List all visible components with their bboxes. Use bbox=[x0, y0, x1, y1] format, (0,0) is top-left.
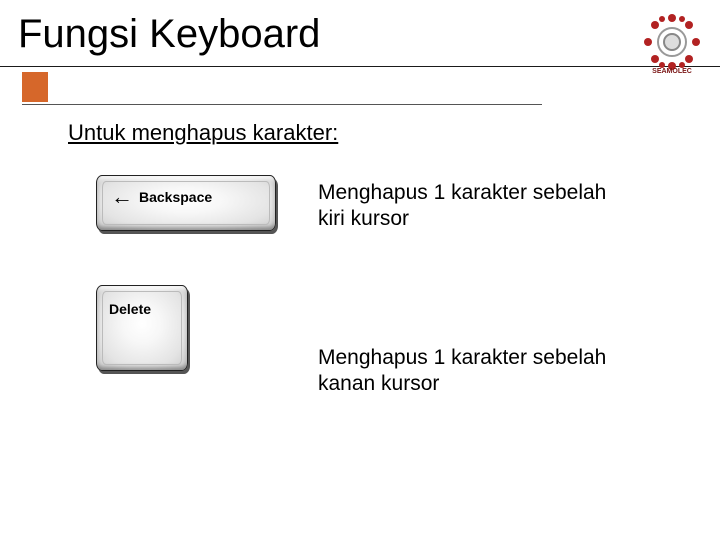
key-label-delete: Delete bbox=[109, 301, 151, 317]
page-title: Fungsi Keyboard bbox=[18, 12, 320, 57]
key-label-backspace: Backspace bbox=[139, 189, 212, 205]
subtitle: Untuk menghapus karakter: bbox=[68, 120, 338, 146]
description-delete: Menghapus 1 karakter sebelah kanan kurso… bbox=[318, 345, 638, 398]
accent-rule bbox=[22, 104, 542, 105]
key-backspace: ← Backspace bbox=[96, 175, 276, 231]
key-row-delete: Delete bbox=[96, 285, 188, 371]
logo-text: SEAMOLEC bbox=[652, 68, 692, 74]
slide: Fungsi Keyboard SEAMOLEC Untuk menghapus… bbox=[0, 0, 720, 540]
keycap-delete: Delete bbox=[96, 285, 188, 371]
title-underline bbox=[0, 66, 720, 67]
description-backspace: Menghapus 1 karakter sebelah kiri kursor bbox=[318, 180, 638, 233]
key-delete: Delete bbox=[96, 285, 188, 371]
keycap-backspace: ← Backspace bbox=[96, 175, 276, 231]
accent-bar bbox=[22, 72, 48, 102]
key-row-backspace: ← Backspace bbox=[96, 175, 276, 231]
seamolec-logo-icon: SEAMOLEC bbox=[640, 10, 704, 74]
arrow-left-icon: ← bbox=[111, 190, 133, 204]
